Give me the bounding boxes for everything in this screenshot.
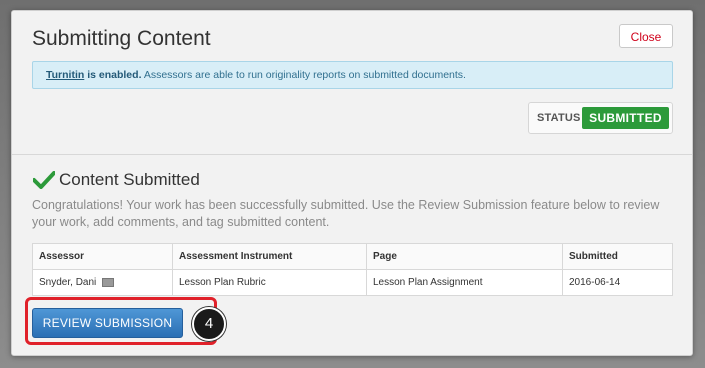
column-header-assessor: Assessor: [32, 243, 173, 270]
column-header-submitted: Submitted: [562, 243, 673, 270]
assessor-cell: Snyder, Dani: [32, 269, 173, 296]
table-row: Snyder, Dani Lesson Plan Rubric Lesson P…: [32, 269, 673, 296]
submitting-content-dialog: Submitting Content Close Turnitin is ena…: [11, 10, 693, 356]
close-button[interactable]: Close: [619, 24, 673, 48]
turnitin-notice: Turnitin is enabled. Assessors are able …: [32, 61, 673, 89]
status-label: STATUS: [537, 112, 581, 124]
instrument-cell: Lesson Plan Rubric: [172, 269, 367, 296]
step-number-badge: 4: [192, 307, 226, 341]
review-submission-button[interactable]: REVIEW SUBMISSION: [32, 308, 183, 338]
table-header-row: Assessor Assessment Instrument Page Subm…: [32, 243, 673, 270]
mail-icon[interactable]: [102, 277, 115, 287]
turnitin-notice-message: Assessors are able to run originality re…: [141, 69, 466, 81]
submitted-date-cell: 2016-06-14: [562, 269, 673, 296]
column-header-assessment-instrument: Assessment Instrument: [172, 243, 367, 270]
status-badge: SUBMITTED: [582, 107, 669, 129]
turnitin-link[interactable]: Turnitin: [46, 69, 84, 81]
column-header-page: Page: [366, 243, 563, 270]
dialog-body: Content Submitted Congratulations! Your …: [12, 155, 692, 355]
check-icon: [33, 171, 55, 189]
assessor-name: Snyder, Dani: [39, 277, 97, 288]
dialog-title: Submitting Content: [32, 27, 211, 50]
page-cell: Lesson Plan Assignment: [366, 269, 563, 296]
content-submitted-heading: Content Submitted: [59, 170, 200, 189]
turnitin-enabled-text: is enabled.: [84, 69, 142, 81]
assessor-table: Assessor Assessment Instrument Page Subm…: [32, 243, 673, 296]
dialog-header: Submitting Content Close Turnitin is ena…: [12, 11, 692, 155]
congratulations-message: Congratulations! Your work has been succ…: [32, 198, 660, 229]
status-box: STATUS SUBMITTED: [528, 102, 673, 134]
